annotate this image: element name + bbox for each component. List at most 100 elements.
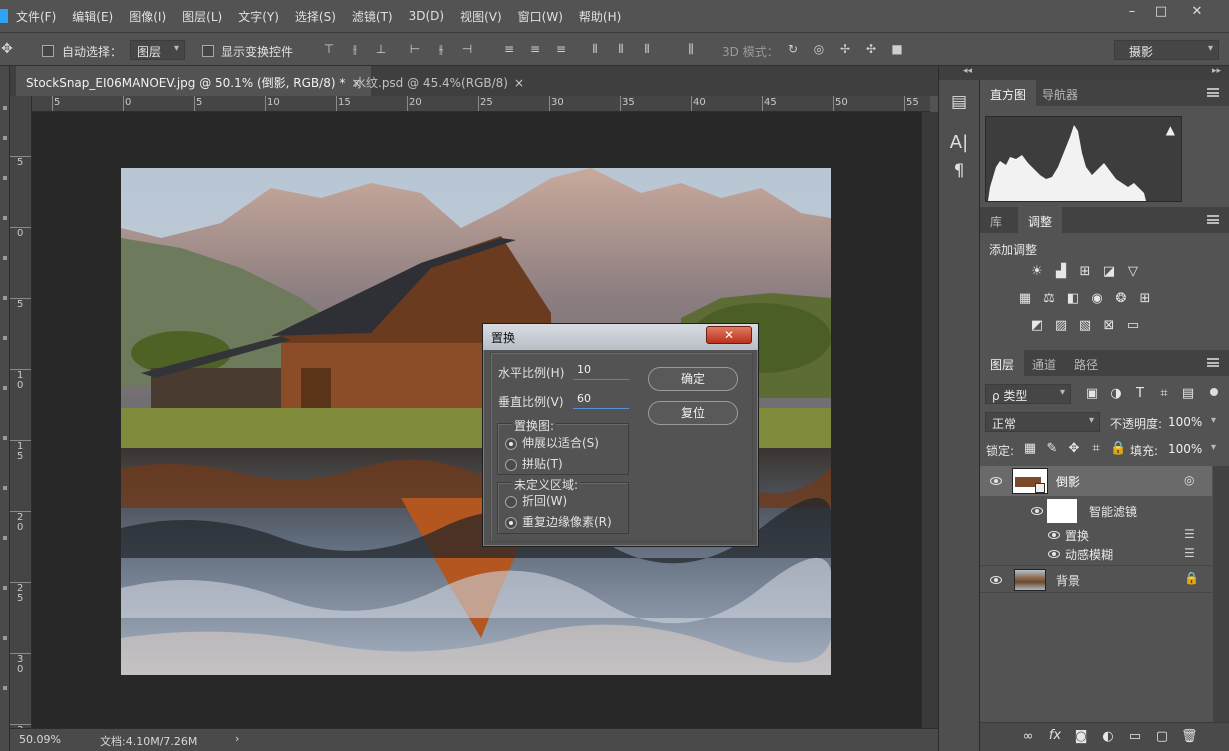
align-vcenter-icon[interactable]: ⫲ xyxy=(348,42,362,56)
photo-filter-icon[interactable]: ◉ xyxy=(1089,291,1105,307)
show-transform-checkbox[interactable] xyxy=(202,43,214,57)
menu-image[interactable]: 图像(I) xyxy=(121,8,174,25)
wrap-around-radio[interactable]: 折回(W) xyxy=(505,492,567,509)
menu-layer[interactable]: 图层(L) xyxy=(174,8,230,25)
threshold-icon[interactable]: ▧ xyxy=(1077,318,1093,334)
filter-name[interactable]: 动感模糊 xyxy=(1065,546,1113,563)
smart-filter-badge-icon[interactable]: ◎ xyxy=(1184,473,1194,487)
3d-roll-icon[interactable]: ◎ xyxy=(812,42,826,56)
selective-color-icon[interactable]: ⊠ xyxy=(1101,318,1117,334)
lock-paint-icon[interactable]: ✎ xyxy=(1044,441,1060,457)
opacity-arrow-icon[interactable]: ▾ xyxy=(1211,415,1216,426)
filter-name[interactable]: 置换 xyxy=(1065,527,1089,544)
distribute-top-icon[interactable]: ≡ xyxy=(502,42,516,56)
align-right-icon[interactable]: ⊣ xyxy=(460,42,474,56)
auto-select-checkbox[interactable] xyxy=(42,43,54,57)
menu-select[interactable]: 选择(S) xyxy=(287,8,344,25)
tab-paths[interactable]: 路径 xyxy=(1064,350,1108,376)
distribute-bottom-icon[interactable]: ≡ xyxy=(554,42,568,56)
v-scale-input[interactable]: 60 xyxy=(573,389,629,409)
3d-slide-icon[interactable]: ✣ xyxy=(864,42,878,56)
filter-adjust-icon[interactable]: ◑ xyxy=(1108,386,1124,402)
align-bottom-icon[interactable]: ⊥ xyxy=(374,42,388,56)
properties-icon[interactable]: ▤ xyxy=(948,91,970,113)
fx-icon[interactable]: fx xyxy=(1047,728,1063,744)
filter-row[interactable]: 动感模糊 ☰ xyxy=(980,543,1212,565)
visibility-eye-icon[interactable] xyxy=(990,576,1002,584)
curves-icon[interactable]: ⊞ xyxy=(1077,264,1093,280)
new-adjustment-icon[interactable]: ◐ xyxy=(1100,729,1116,745)
tile-radio[interactable]: 拼贴(T) xyxy=(505,455,563,472)
minimize-button[interactable]: – xyxy=(1121,4,1143,20)
zoom-level[interactable]: 50.09% xyxy=(19,733,61,746)
filter-smart-icon[interactable]: ▤ xyxy=(1180,386,1196,402)
maximize-button[interactable]: □ xyxy=(1150,4,1172,20)
h-scale-input[interactable]: 10 xyxy=(573,360,629,380)
levels-icon[interactable]: ▟ xyxy=(1053,264,1069,280)
panel-menu-icon[interactable] xyxy=(1207,88,1219,97)
align-left-icon[interactable]: ⊢ xyxy=(408,42,422,56)
tab-library[interactable]: 库 xyxy=(980,207,1012,233)
filter-options-icon[interactable]: ☰ xyxy=(1184,527,1195,541)
filter-toggle[interactable] xyxy=(1210,388,1218,396)
status-menu-arrow[interactable]: › xyxy=(235,732,239,745)
workspace-dropdown[interactable]: 摄影 ▾ xyxy=(1114,40,1219,60)
menu-edit[interactable]: 编辑(E) xyxy=(64,8,121,25)
tab-adjustments[interactable]: 调整 xyxy=(1018,207,1063,233)
new-layer-icon[interactable]: ▢ xyxy=(1154,729,1170,745)
character-icon[interactable]: A| xyxy=(948,132,970,154)
layer-name[interactable]: 倒影 xyxy=(1056,473,1080,490)
paragraph-icon[interactable]: ¶ xyxy=(948,160,970,182)
menu-file[interactable]: 文件(F) xyxy=(8,8,64,25)
layer-row[interactable]: 背景 🔒 xyxy=(980,565,1212,593)
tab-navigator[interactable]: 导航器 xyxy=(1032,80,1088,106)
photoshop-logo-icon[interactable] xyxy=(0,9,8,23)
menu-window[interactable]: 窗口(W) xyxy=(510,8,571,25)
close-window-button[interactable]: ✕ xyxy=(1186,4,1208,20)
hue-saturation-icon[interactable]: ▦ xyxy=(1017,291,1033,307)
lock-position-icon[interactable]: ✥ xyxy=(1066,441,1082,457)
menu-3d[interactable]: 3D(D) xyxy=(401,9,452,23)
new-group-icon[interactable]: ▭ xyxy=(1127,729,1143,745)
lock-transparent-icon[interactable]: ▦ xyxy=(1022,441,1038,457)
panel-menu-icon[interactable] xyxy=(1207,215,1219,224)
auto-align-icon[interactable]: ⫼ xyxy=(684,42,698,56)
panel-menu-icon[interactable] xyxy=(1207,358,1219,367)
fill-arrow-icon[interactable]: ▾ xyxy=(1211,442,1216,453)
tab-channels[interactable]: 通道 xyxy=(1022,350,1066,376)
add-mask-icon[interactable]: ◙ xyxy=(1073,729,1089,745)
3d-scale-icon[interactable]: ■ xyxy=(890,42,904,56)
close-tab-icon[interactable]: × xyxy=(514,76,524,90)
posterize-icon[interactable]: ▨ xyxy=(1053,318,1069,334)
filter-pixel-icon[interactable]: ▣ xyxy=(1084,386,1100,402)
lock-artboard-icon[interactable]: ⌗ xyxy=(1088,441,1104,457)
layer-row[interactable]: 倒影 ◎ xyxy=(980,466,1212,496)
ok-button[interactable]: 确定 xyxy=(648,367,738,391)
align-top-icon[interactable]: ⊤ xyxy=(322,42,336,56)
color-lookup-icon[interactable]: ⊞ xyxy=(1137,291,1153,307)
black-white-icon[interactable]: ◧ xyxy=(1065,291,1081,307)
move-tool-icon[interactable]: ✥ xyxy=(0,42,14,56)
layer-filter-dropdown[interactable]: ρ 类型 ▾ xyxy=(985,384,1071,404)
reset-button[interactable]: 复位 xyxy=(648,401,738,425)
visibility-eye-icon[interactable] xyxy=(1048,550,1060,558)
filter-shape-icon[interactable]: ⌗ xyxy=(1156,386,1172,402)
visibility-eye-icon[interactable] xyxy=(1048,531,1060,539)
distribute-hcenter-icon[interactable]: ⦀ xyxy=(614,42,628,56)
align-hcenter-icon[interactable]: ⫳ xyxy=(434,42,448,56)
tab-layers[interactable]: 图层 xyxy=(980,350,1025,376)
dialog-close-button[interactable]: ✕ xyxy=(706,326,752,344)
distribute-right-icon[interactable]: ⦀ xyxy=(640,42,654,56)
auto-select-dropdown[interactable]: 图层 ▾ xyxy=(130,40,185,60)
menu-type[interactable]: 文字(Y) xyxy=(230,8,287,25)
layers-scrollbar[interactable] xyxy=(1213,466,1229,726)
layer-name[interactable]: 背景 xyxy=(1056,572,1080,589)
distribute-vcenter-icon[interactable]: ≡ xyxy=(528,42,542,56)
dialog-titlebar[interactable]: 置换 ✕ xyxy=(483,324,758,350)
stretch-radio[interactable]: 伸展以适合(S) xyxy=(505,434,599,451)
repeat-edge-radio[interactable]: 重复边缘像素(R) xyxy=(505,513,612,530)
canvas-scrollbar[interactable] xyxy=(921,112,938,728)
tab-histogram[interactable]: 直方图 xyxy=(980,80,1037,106)
tools-panel[interactable] xyxy=(0,66,10,751)
delete-layer-icon[interactable]: 🗑 xyxy=(1181,729,1198,745)
